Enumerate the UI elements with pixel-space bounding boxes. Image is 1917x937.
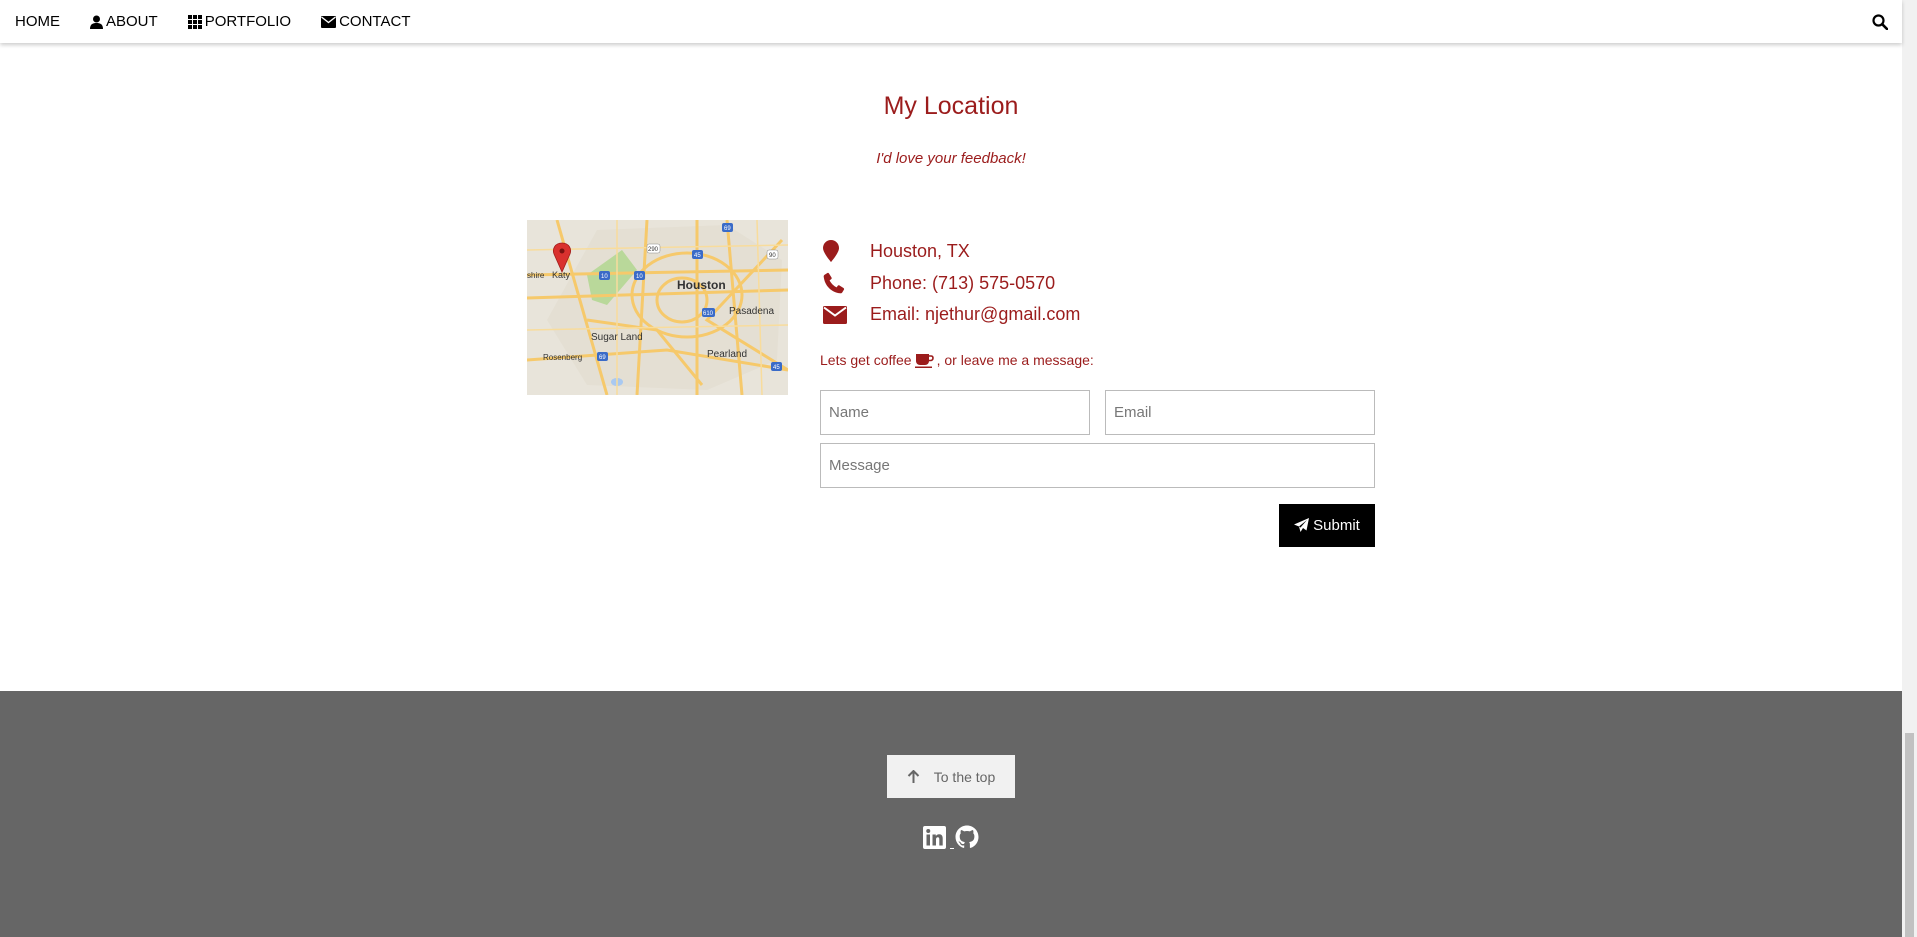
svg-text:69: 69 — [599, 355, 606, 361]
github-link[interactable] — [955, 825, 979, 849]
submit-button[interactable]: Submit — [1279, 504, 1375, 547]
contact-phone-row: Phone: (713) 575-0570 — [820, 272, 1055, 294]
contact-email[interactable]: Email: njethur@gmail.com — [870, 304, 1080, 325]
svg-text:10: 10 — [601, 274, 608, 280]
email-input[interactable]: Email — [1105, 390, 1375, 435]
map-label-pasadena: Pasadena — [729, 306, 774, 317]
map-label-sugar-land: Sugar Land — [591, 332, 643, 343]
svg-text:45: 45 — [694, 253, 701, 259]
map-label-pearland: Pearland — [707, 349, 747, 360]
svg-text:69: 69 — [724, 226, 731, 232]
page-scrollbar[interactable] — [1902, 0, 1917, 937]
nav-contact-label: CONTACT — [339, 13, 411, 30]
map-label-rosenberg: Rosenberg — [543, 353, 582, 362]
contact-location-row: Houston, TX — [820, 240, 970, 262]
github-icon — [955, 825, 979, 848]
coffee-prefix: Lets get coffee — [820, 352, 912, 368]
coffee-icon — [914, 353, 934, 368]
top-navbar: HOME ABOUT PORTFOLIO CONTACT — [0, 0, 1902, 43]
location-map[interactable]: 10 10 45 69 610 69 45 90 290 Houston Kat… — [527, 220, 788, 395]
map-marker-icon — [823, 240, 839, 262]
footer — [0, 691, 1902, 937]
paper-plane-icon — [1294, 518, 1310, 532]
contact-phone: Phone: (713) 575-0570 — [870, 272, 1056, 293]
envelope-icon — [823, 305, 847, 324]
map-label-shire: shire — [527, 271, 545, 280]
map-label-houston: Houston — [677, 278, 726, 292]
email-placeholder: Email — [1114, 404, 1152, 421]
user-icon — [90, 15, 103, 29]
svg-text:45: 45 — [773, 365, 780, 371]
name-placeholder: Name — [829, 404, 870, 421]
message-placeholder: Message — [829, 457, 890, 474]
message-input[interactable]: Message — [820, 443, 1375, 488]
contact-email-row: Email: njethur@gmail.com — [820, 304, 1080, 325]
map-graphic: 10 10 45 69 610 69 45 90 290 Houston Kat… — [527, 220, 788, 395]
submit-label: Submit — [1313, 517, 1360, 534]
nav-portfolio-label: PORTFOLIO — [204, 13, 292, 30]
envelope-icon — [321, 15, 337, 28]
to-top-button[interactable]: To the top — [887, 755, 1015, 798]
nav-about[interactable]: ABOUT — [75, 0, 173, 43]
svg-text:290: 290 — [648, 247, 659, 253]
coffee-message: Lets get coffee , or leave me a message: — [820, 352, 1094, 368]
nav-home[interactable]: HOME — [0, 0, 75, 43]
section-subtitle: I'd love your feedback! — [876, 150, 1026, 167]
linkedin-icon — [923, 825, 946, 849]
nav-contact[interactable]: CONTACT — [306, 0, 425, 43]
nav-portfolio[interactable]: PORTFOLIO — [173, 0, 306, 43]
svg-text:10: 10 — [636, 274, 643, 280]
map-label-katy: Katy — [552, 270, 571, 280]
scrollbar-thumb[interactable] — [1905, 733, 1914, 937]
svg-text:610: 610 — [703, 311, 714, 317]
nav-home-label: HOME — [15, 13, 60, 30]
linkedin-link[interactable] — [923, 825, 946, 849]
link-underline — [950, 848, 954, 849]
coffee-suffix: , or leave me a message: — [936, 352, 1094, 368]
name-input[interactable]: Name — [820, 390, 1090, 435]
svg-text:90: 90 — [769, 253, 776, 259]
grid-icon — [187, 14, 202, 29]
to-top-label: To the top — [933, 768, 996, 785]
contact-location: Houston, TX — [870, 240, 970, 261]
search-icon[interactable] — [1872, 14, 1888, 30]
section-title: My Location — [883, 92, 1019, 120]
nav-about-label: ABOUT — [106, 13, 158, 30]
arrow-up-icon — [907, 769, 919, 783]
phone-icon — [823, 272, 845, 294]
